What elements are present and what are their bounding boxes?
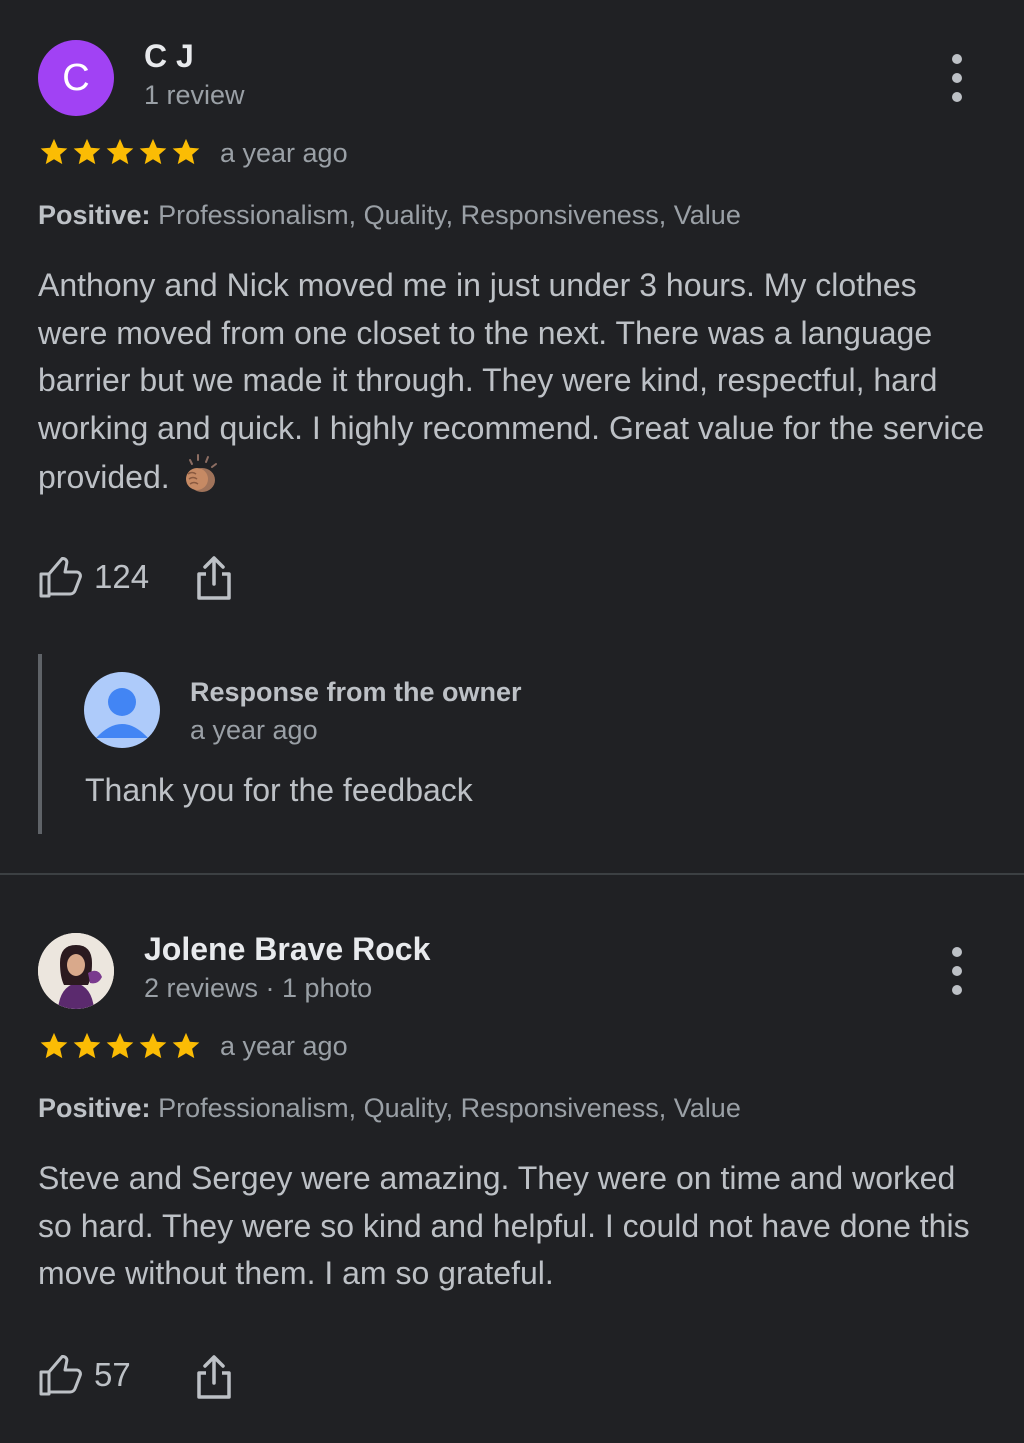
share-icon[interactable] — [194, 555, 234, 601]
review-card: C C J 1 review a year ago Positive: Prof… — [0, 0, 1024, 870]
share-icon[interactable] — [194, 1354, 234, 1400]
avatar[interactable]: C — [38, 40, 114, 116]
more-vert-icon[interactable] — [942, 947, 972, 995]
star-icon — [71, 136, 103, 168]
like-count: 124 — [94, 558, 150, 595]
review-age: a year ago — [220, 1031, 348, 1061]
person-icon — [84, 672, 160, 748]
review-actions: 124 — [38, 552, 149, 602]
thumbs-up-icon[interactable] — [38, 1353, 84, 1397]
star-icon — [170, 1030, 202, 1062]
star-icon — [38, 1030, 70, 1062]
star-icon — [137, 136, 169, 168]
reviewer-meta: 2 reviews · 1 photo — [144, 973, 373, 1003]
review-text: Steve and Sergey were amazing. They were… — [38, 1160, 970, 1291]
positive-text: Professionalism, Quality, Responsiveness… — [158, 1093, 741, 1123]
star-icon — [104, 136, 136, 168]
thumbs-up-icon[interactable] — [38, 555, 84, 599]
reviewer-name[interactable]: Jolene Brave Rock — [144, 931, 430, 968]
owner-response-title: Response from the owner — [190, 677, 522, 707]
review-divider — [0, 873, 1024, 875]
owner-response: Response from the owner a year ago Thank… — [38, 654, 942, 834]
clapping-hands-emoji — [185, 454, 217, 492]
owner-response-age: a year ago — [190, 715, 318, 745]
more-vert-icon[interactable] — [942, 54, 972, 102]
review-actions: 57 — [38, 1350, 131, 1400]
star-rating — [38, 1030, 202, 1062]
star-icon — [137, 1030, 169, 1062]
star-icon — [71, 1030, 103, 1062]
review-age: a year ago — [220, 138, 348, 168]
owner-response-text: Thank you for the feedback — [85, 772, 473, 808]
reviewer-meta: 1 review — [144, 80, 245, 110]
review-text: Anthony and Nick moved me in just under … — [38, 262, 988, 502]
star-rating — [38, 136, 202, 168]
reviewer-name[interactable]: C J — [144, 38, 194, 75]
star-icon — [104, 1030, 136, 1062]
positive-attributes: Positive: Professionalism, Quality, Resp… — [38, 1093, 741, 1124]
like-count: 57 — [94, 1356, 131, 1393]
avatar[interactable] — [38, 933, 114, 1009]
positive-label: Positive: — [38, 200, 151, 230]
star-icon — [170, 136, 202, 168]
positive-text: Professionalism, Quality, Responsiveness… — [158, 200, 741, 230]
positive-attributes: Positive: Professionalism, Quality, Resp… — [38, 200, 741, 231]
star-icon — [38, 136, 70, 168]
positive-label: Positive: — [38, 1093, 151, 1123]
